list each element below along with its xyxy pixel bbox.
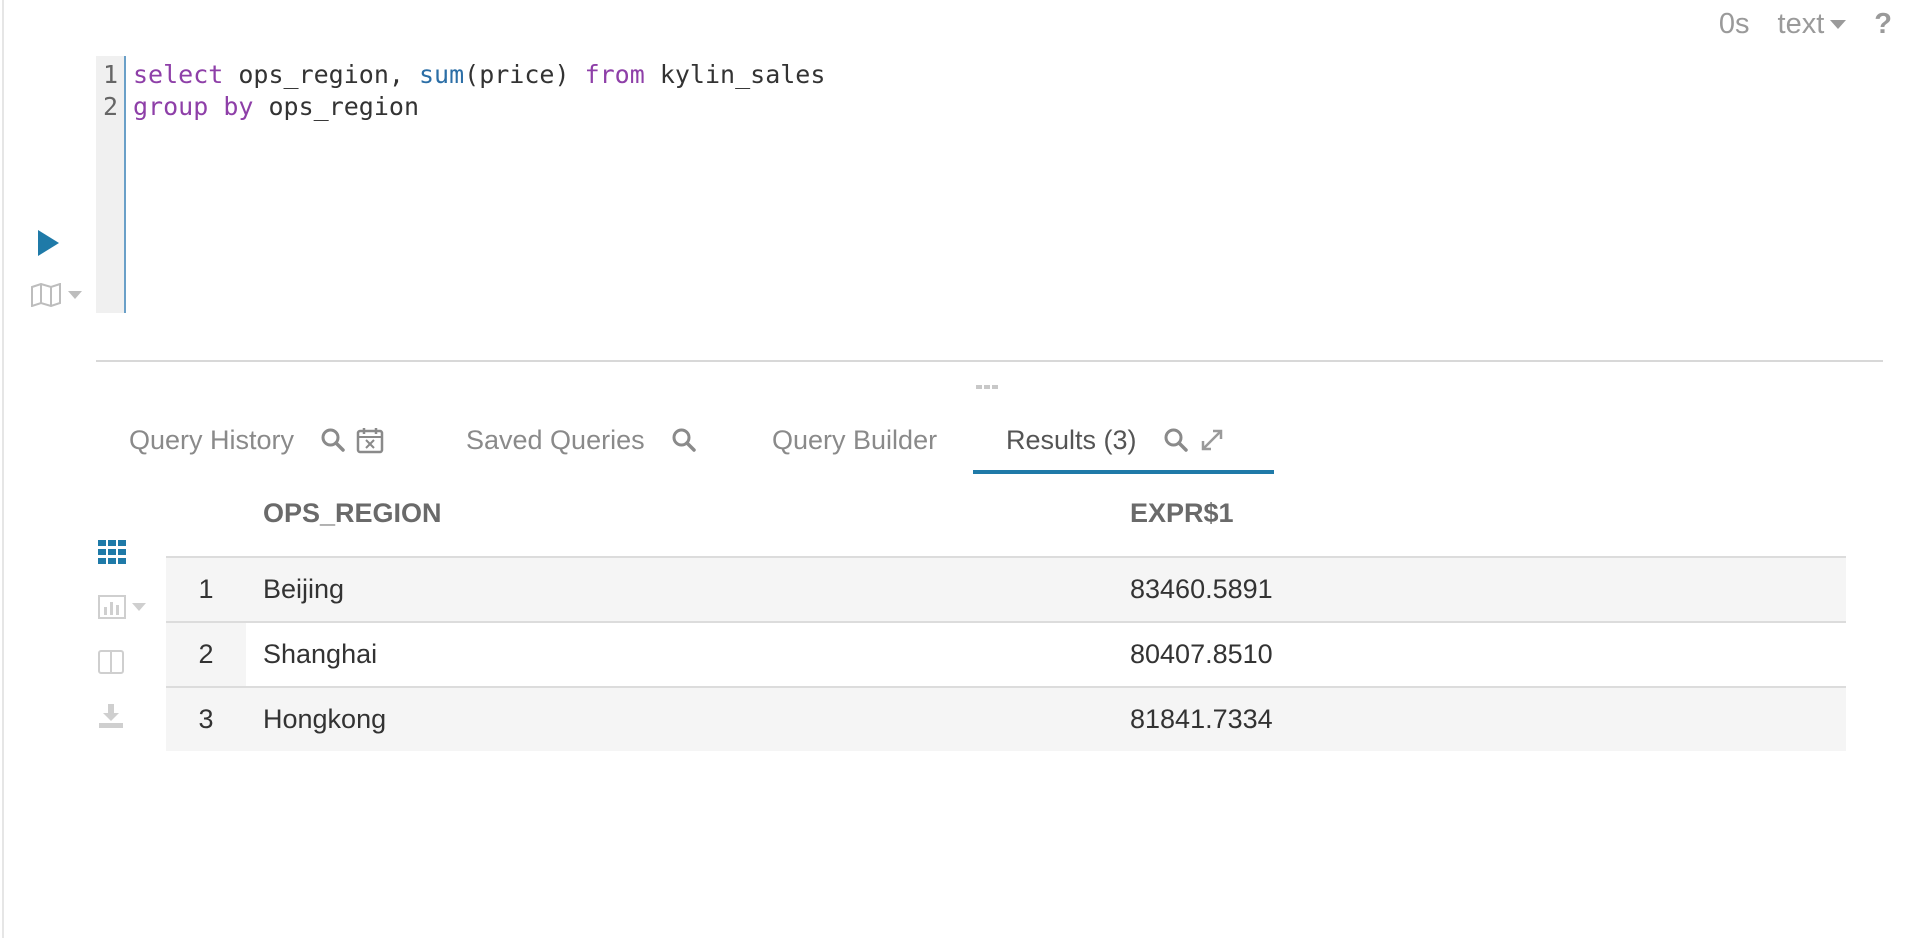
line-number: 1 [102,60,118,89]
chevron-down-icon [1830,20,1847,29]
columns-icon [98,650,124,674]
tab-query-builder[interactable]: Query Builder [772,410,937,470]
table-header: OPS_REGION EXPR$1 [166,484,1846,558]
table-row: 1 Beijing 83460.5891 [166,558,1846,623]
keyword: group [133,92,209,121]
table-row: 2 Shanghai 80407.8510 [166,623,1846,688]
column-header-ops-region[interactable]: OPS_REGION [263,498,442,529]
snippet-toolbar: 0s text ? [1719,8,1892,41]
keyword: select [133,60,224,89]
tab-label: Saved Queries [466,424,645,455]
help-button[interactable]: ? [1874,8,1892,41]
chevron-down-icon [132,603,146,611]
cell-ops-region: Shanghai [263,639,378,669]
active-tab-indicator [973,470,1274,474]
code-text: kylin_sales [644,60,826,89]
editor-divider [96,360,1883,362]
code-line-1: select ops_region, sum(price) from kylin… [133,60,825,89]
code-text: (price) [464,60,585,89]
explain-button[interactable] [30,283,82,307]
tab-label: Query History [129,424,295,455]
code-text: ops_region, [223,60,419,89]
resize-handle[interactable] [976,376,1002,389]
code-text: ops_region [253,92,420,121]
bar-chart-icon [98,595,126,619]
search-icon[interactable] [320,427,346,453]
cell-ops-region: Hongkong [263,704,387,734]
code-line-2: group by ops_region [133,92,419,121]
download-button[interactable] [98,703,124,734]
grid-icon [98,540,126,564]
chart-view-button[interactable] [98,595,146,619]
editor-gutter: 1 2 [96,56,126,313]
line-number: 2 [102,92,118,121]
download-icon [99,704,123,728]
column-header-expr[interactable]: EXPR$1 [1130,498,1234,529]
cell-expr: 80407.8510 [1130,639,1273,669]
grid-view-button[interactable] [98,540,126,569]
tab-results[interactable]: Results (3) [1006,410,1225,470]
row-number: 1 [198,574,214,604]
sql-editor[interactable]: 1 2 select ops_region, sum(price) from k… [96,56,1876,313]
play-icon[interactable] [38,230,59,256]
tab-query-history[interactable]: Query History [129,410,384,470]
keyword: by [223,92,254,121]
search-icon[interactable] [1163,427,1189,453]
columns-button[interactable] [98,650,124,679]
tab-saved-queries[interactable]: Saved Queries [466,410,697,470]
expand-icon[interactable] [1199,427,1225,453]
table-row: 3 Hongkong 81841.7334 [166,688,1846,751]
tab-label: Results (3) [1006,424,1137,455]
left-border [2,0,4,938]
tab-label: Query Builder [772,424,938,455]
elapsed-time: 0s [1718,8,1750,40]
cell-ops-region: Beijing [263,574,345,604]
result-tabs: Query History Saved Queries Query Builde… [96,410,1296,474]
map-icon [31,283,61,307]
row-number: 3 [198,704,214,734]
results-table: OPS_REGION EXPR$1 1 Beijing 83460.5891 2… [166,484,1846,751]
function-name: sum [418,60,465,89]
keyword: from [584,60,645,89]
cell-expr: 81841.7334 [1130,704,1273,734]
search-icon[interactable] [671,427,697,453]
cell-expr: 83460.5891 [1130,574,1273,604]
row-number: 2 [198,639,214,669]
chevron-down-icon [68,291,82,299]
format-dropdown[interactable]: text [1778,8,1847,41]
format-label: text [1777,8,1825,40]
calendar-remove-icon[interactable] [356,426,384,454]
